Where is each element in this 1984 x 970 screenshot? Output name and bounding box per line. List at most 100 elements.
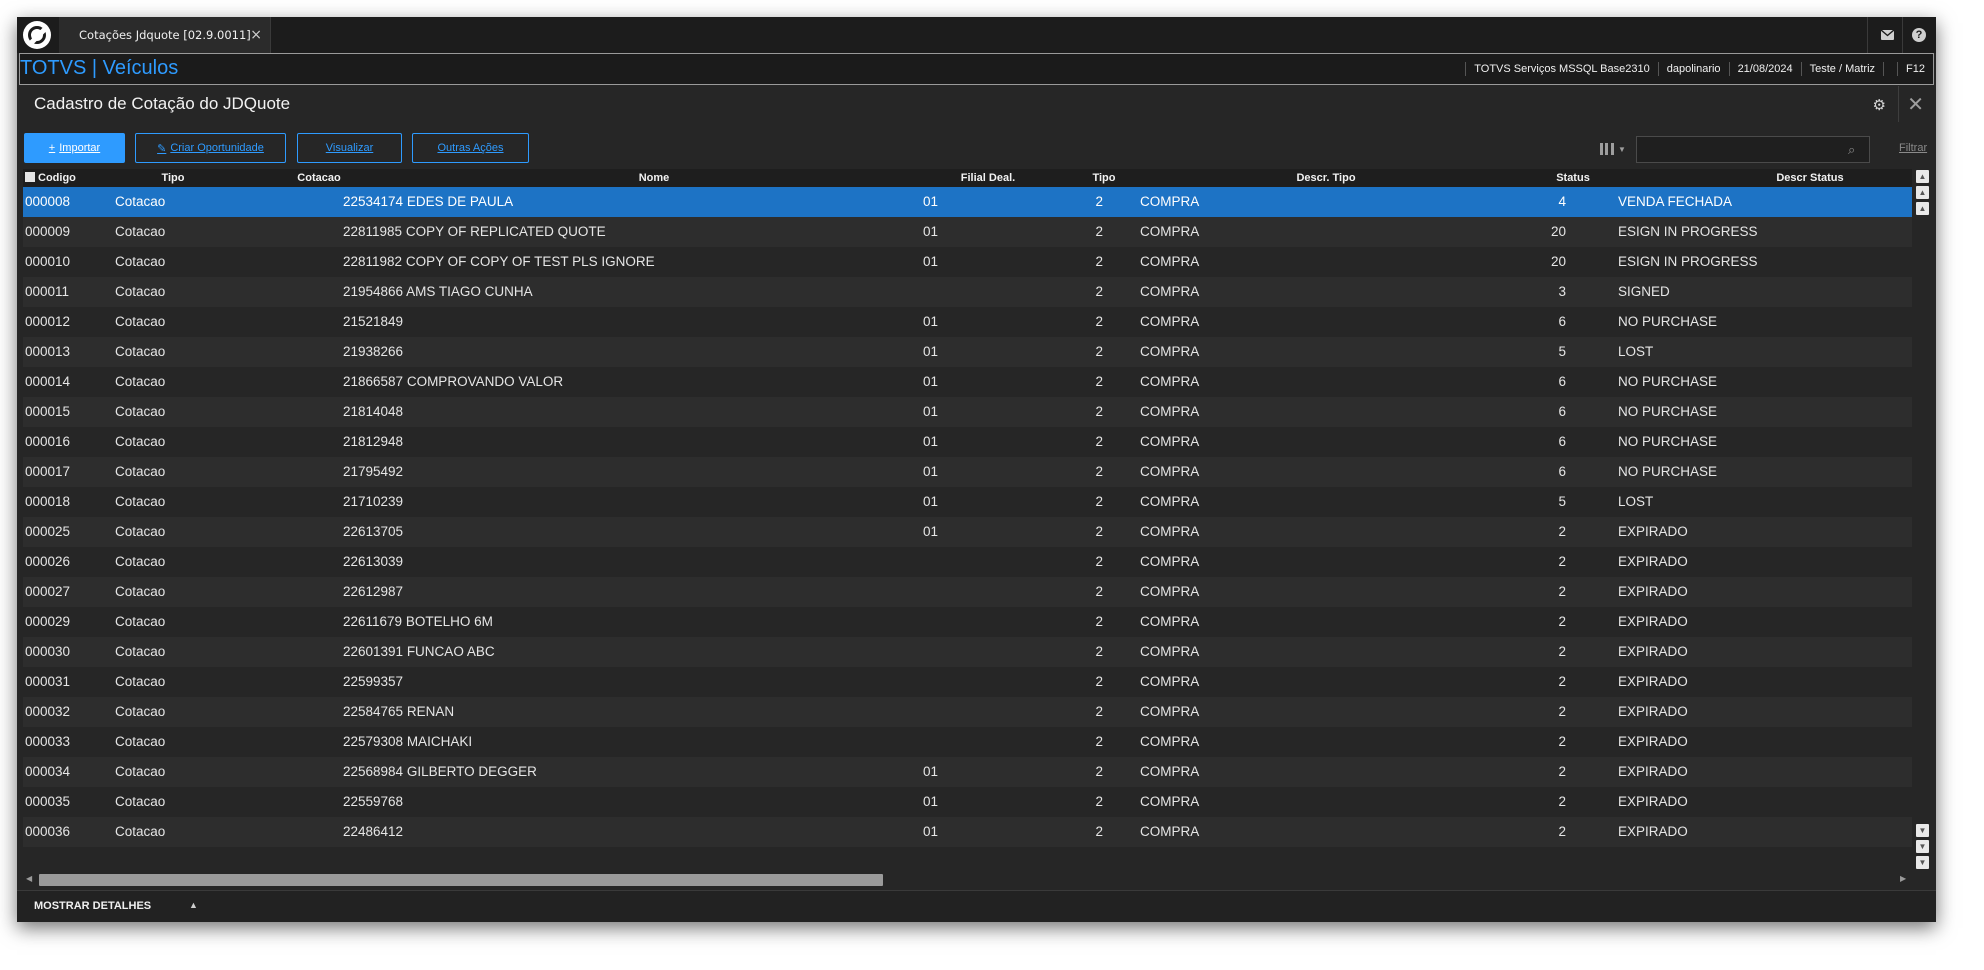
close-icon[interactable]: ✕ [1907, 92, 1924, 117]
columns-icon[interactable]: ▼ [1600, 140, 1636, 158]
table-body: 000008 Cotacao 22534174 EDES DE PAULA 01 2 CO… [23, 187, 1912, 847]
details-footer[interactable]: MOSTRAR DETALHES ▲ [17, 890, 1936, 922]
cell-tipo: Cotacao [115, 374, 166, 389]
table-row[interactable]: 000013 Cotacao 21938266 01 2 COMPRA 5 LOST [23, 337, 1912, 367]
header-nome[interactable]: Nome [629, 169, 679, 187]
table-row[interactable]: 000026 Cotacao 22613039 2 COMPRA 2 EXPIRADO [23, 547, 1912, 577]
table-row[interactable]: 000010 Cotacao 22811982 COPY OF COPY OF TE… [23, 247, 1912, 277]
header-tipo2[interactable]: Tipo [1084, 169, 1124, 187]
import-label: Importar [59, 142, 101, 154]
help-icon[interactable]: ? [1909, 25, 1929, 45]
horizontal-scrollbar[interactable]: ◀ ▶ [23, 871, 1912, 887]
cell-status: 6 [1558, 464, 1566, 479]
cell-codigo: 000030 [25, 644, 71, 659]
tab-close-icon[interactable]: × [250, 27, 262, 43]
scroll-down-icon[interactable]: ▼ [1916, 824, 1929, 837]
header-descr-tipo[interactable]: Descr. Tipo [1286, 169, 1366, 187]
cell-tipo: Cotacao [115, 344, 166, 359]
table-row[interactable]: 000029 Cotacao 22611679 BOTELHO 6M 2 COMPRA 2… [23, 607, 1912, 637]
cell-codigo: 000031 [25, 674, 71, 689]
search-input[interactable] [1636, 136, 1870, 163]
cell-status: 2 [1558, 554, 1566, 569]
search-icon[interactable]: ⌕ [1848, 142, 1855, 158]
cell-cotacao: 22601391 FUNCAO ABC [343, 644, 495, 659]
scroll-up-icon[interactable]: ▲ [1916, 202, 1929, 215]
cell-status: 2 [1558, 794, 1566, 809]
header-status[interactable]: Status [1548, 169, 1598, 187]
table-row[interactable]: 000035 Cotacao 22559768 01 2 COMPRA 2 EXPIRADO [23, 787, 1912, 817]
mail-icon[interactable] [1877, 25, 1897, 45]
cell-tipo2: 2 [1095, 554, 1103, 569]
table-row[interactable]: 000025 Cotacao 22613705 01 2 COMPRA 2 EXPIRADO [23, 517, 1912, 547]
cell-codigo: 000012 [25, 314, 71, 329]
select-all-checkbox[interactable] [25, 172, 35, 182]
cell-codigo: 000035 [25, 794, 71, 809]
cell-codigo: 000026 [25, 554, 71, 569]
table-row[interactable]: 000018 Cotacao 21710239 01 2 COMPRA 5 LOST [23, 487, 1912, 517]
scroll-top-icon[interactable]: ▲ [1916, 170, 1929, 183]
header-cotacao[interactable]: Cotacao [294, 169, 344, 187]
table-row[interactable]: 000012 Cotacao 21521849 01 2 COMPRA 6 NO PURCHA… [23, 307, 1912, 337]
scroll-right-icon[interactable]: ▶ [1900, 874, 1906, 883]
cell-codigo: 000008 [25, 194, 71, 209]
cell-status: 20 [1550, 254, 1566, 269]
other-actions-button[interactable]: Outras Ações [412, 133, 529, 163]
table-row[interactable]: 000008 Cotacao 22534174 EDES DE PAULA 01 2 CO… [23, 187, 1912, 217]
quotes-table: Codigo Tipo Cotacao Nome Filial Deal. Ti… [23, 169, 1933, 887]
tab-bar: Cotações Jdquote [02.9.0011] × ? [17, 17, 1936, 53]
table-row[interactable]: 000016 Cotacao 21812948 01 2 COMPRA 6 NO PURCHA… [23, 427, 1912, 457]
table-row[interactable]: 000011 Cotacao 21954866 AMS TIAGO CUNHA 2 CO… [23, 277, 1912, 307]
horizontal-scroll-thumb[interactable] [39, 874, 883, 886]
shortcut-label[interactable]: F12 [1897, 62, 1933, 76]
scroll-left-icon[interactable]: ◀ [26, 874, 32, 883]
cell-descr-tipo: COMPRA [1140, 194, 1200, 209]
table-row[interactable]: 000030 Cotacao 22601391 FUNCAO ABC 2 COMPRA 2… [23, 637, 1912, 667]
cell-descr-tipo: COMPRA [1140, 734, 1200, 749]
table-row[interactable]: 000014 Cotacao 21866587 COMPROVANDO VALOR 0… [23, 367, 1912, 397]
header-tipo[interactable]: Tipo [153, 169, 193, 187]
cell-descr-status: EXPIRADO [1618, 704, 1688, 719]
scroll-bottom-icon[interactable]: ▼ [1916, 856, 1929, 869]
chevron-up-icon[interactable]: ▲ [189, 900, 198, 910]
scroll-page-down-icon[interactable]: ▼ [1916, 840, 1929, 853]
cell-tipo: Cotacao [115, 194, 166, 209]
cell-descr-tipo: COMPRA [1140, 314, 1200, 329]
view-button[interactable]: Visualizar [297, 133, 402, 163]
gear-icon[interactable]: ⚙ [1873, 96, 1886, 114]
vertical-scrollbar[interactable]: ▲ ▲ ▲ ▼ ▼ ▼ [1914, 169, 1931, 887]
table-row[interactable]: 000032 Cotacao 22584765 RENAN 2 COMPRA 2 EXPIR… [23, 697, 1912, 727]
cell-tipo2: 2 [1095, 584, 1103, 599]
table-row[interactable]: 000034 Cotacao 22568984 GILBERTO DEGGER 01 2… [23, 757, 1912, 787]
header-descr-status[interactable]: Descr Status [1770, 169, 1850, 187]
table-row[interactable]: 000015 Cotacao 21814048 01 2 COMPRA 6 NO PURCHA… [23, 397, 1912, 427]
cell-descr-tipo: COMPRA [1140, 704, 1200, 719]
header-codigo[interactable]: Codigo [23, 169, 93, 187]
cell-codigo: 000011 [25, 284, 70, 299]
cell-descr-tipo: COMPRA [1140, 284, 1200, 299]
table-row[interactable]: 000031 Cotacao 22599357 2 COMPRA 2 EXPIRADO [23, 667, 1912, 697]
cell-filial: 01 [923, 374, 939, 389]
scroll-page-up-icon[interactable]: ▲ [1916, 186, 1929, 199]
table-row[interactable]: 000027 Cotacao 22612987 2 COMPRA 2 EXPIRADO [23, 577, 1912, 607]
table-row[interactable]: 000009 Cotacao 22811985 COPY OF REPLICATED… [23, 217, 1912, 247]
table-row[interactable]: 000033 Cotacao 22579308 MAICHAKI 2 COMPRA 2 EX… [23, 727, 1912, 757]
cell-descr-status: ESIGN IN PROGRESS [1618, 254, 1758, 269]
cell-descr-status: ESIGN IN PROGRESS [1618, 224, 1758, 239]
cell-tipo2: 2 [1095, 404, 1103, 419]
cell-descr-status: SIGNED [1618, 284, 1670, 299]
cell-descr-tipo: COMPRA [1140, 344, 1200, 359]
cell-status: 2 [1558, 614, 1566, 629]
show-details-label[interactable]: MOSTRAR DETALHES [34, 900, 151, 912]
filter-link[interactable]: Filtrar [1899, 142, 1927, 154]
branch-label[interactable]: Teste / Matriz [1800, 62, 1883, 76]
view-label: Visualizar [325, 142, 374, 154]
tab-cotacoes[interactable]: Cotações Jdquote [02.9.0011] × [59, 17, 271, 53]
table-row[interactable]: 000036 Cotacao 22486412 01 2 COMPRA 2 EXPIRADO [23, 817, 1912, 847]
header-filial[interactable]: Filial Deal. [953, 169, 1023, 187]
totvs-logo-icon [23, 21, 51, 49]
cell-descr-status: EXPIRADO [1618, 554, 1688, 569]
table-row[interactable]: 000017 Cotacao 21795492 01 2 COMPRA 6 NO PURCHA… [23, 457, 1912, 487]
create-opportunity-button[interactable]: ✎ Criar Oportunidade [135, 133, 286, 163]
import-button[interactable]: + Importar [24, 133, 125, 163]
cell-status: 2 [1558, 824, 1566, 839]
